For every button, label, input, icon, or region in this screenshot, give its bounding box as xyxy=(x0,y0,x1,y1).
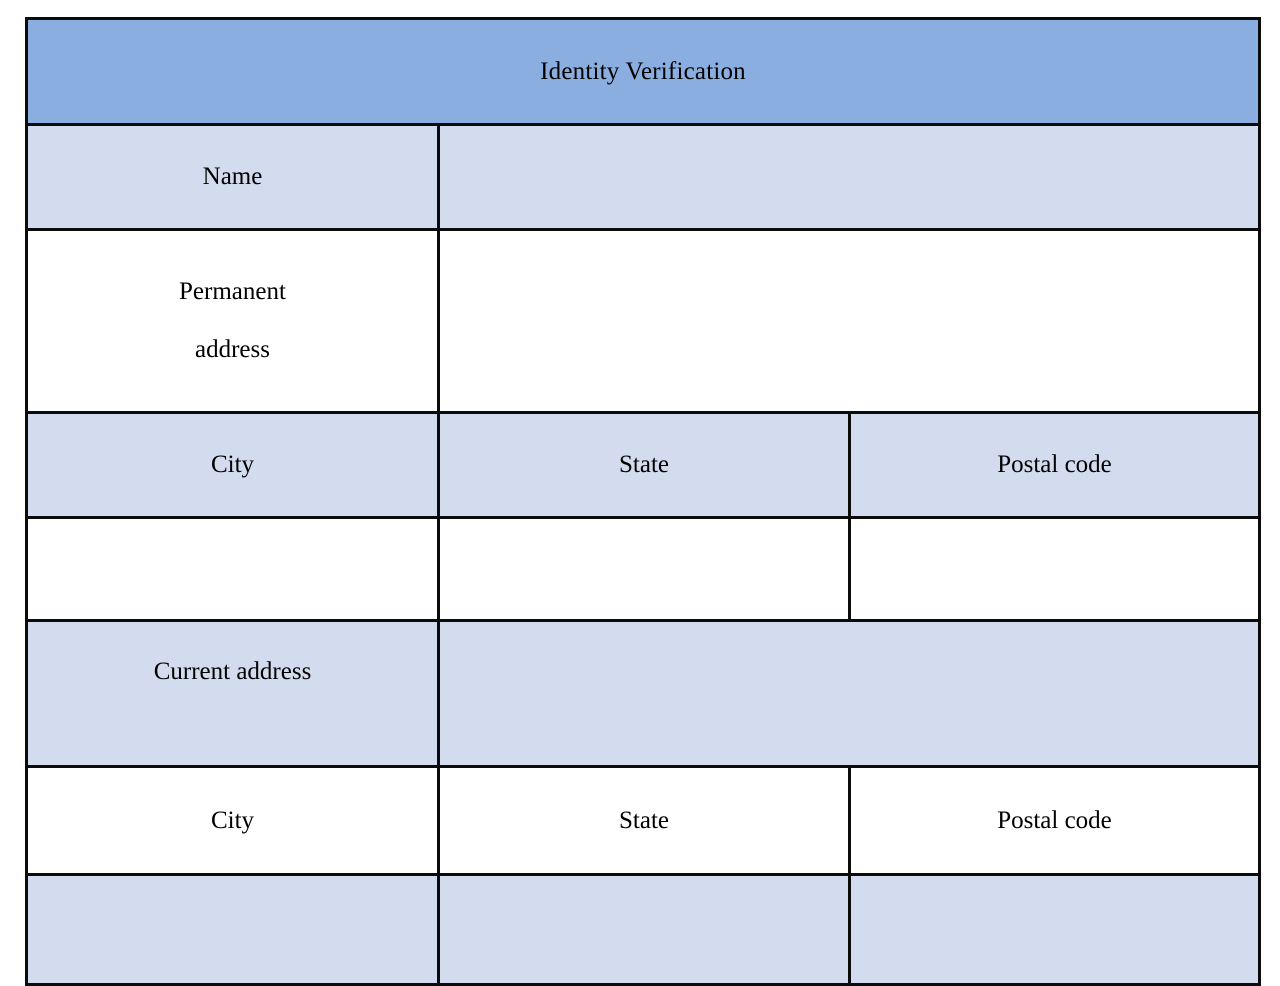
table-row-permanent-location-values xyxy=(25,516,1262,622)
table-row-permanent-address: Permanent address xyxy=(25,228,1262,414)
table-row-title: Identity Verification xyxy=(24,17,1262,126)
field-current-city-value[interactable] xyxy=(25,873,440,986)
label-current-state: State xyxy=(437,765,851,876)
field-name-value[interactable] xyxy=(436,123,1262,231)
table-row-name: Name xyxy=(25,123,1262,231)
label-permanent-city: City xyxy=(25,411,440,519)
table-row-current-location-labels: City State Postal code xyxy=(25,765,1262,876)
field-current-address-value[interactable] xyxy=(436,619,1262,768)
label-current-address: Current address xyxy=(25,619,440,768)
label-permanent-address-line1: Permanent xyxy=(179,277,286,305)
field-permanent-city-value[interactable] xyxy=(25,516,440,622)
table-row-current-address: Current address xyxy=(25,619,1262,768)
field-current-postal-code-value[interactable] xyxy=(847,873,1262,986)
label-permanent-address: Permanent address xyxy=(25,228,440,414)
label-permanent-address-line2: address xyxy=(195,336,270,363)
field-permanent-address-value[interactable] xyxy=(436,228,1262,414)
label-name: Name xyxy=(25,123,440,231)
field-permanent-state-value[interactable] xyxy=(437,516,851,622)
identity-verification-form: Identity Verification Name Permanent add… xyxy=(24,17,1262,986)
label-current-city: City xyxy=(25,765,440,876)
label-permanent-postal-code: Postal code xyxy=(847,411,1262,519)
label-permanent-state: State xyxy=(437,411,851,519)
page-title: Identity Verification xyxy=(24,17,1262,126)
table-row-permanent-location-labels: City State Postal code xyxy=(25,411,1262,519)
label-current-address-text: Current address xyxy=(153,657,312,685)
label-current-postal-code: Postal code xyxy=(847,765,1262,876)
table-row-current-location-values xyxy=(25,873,1262,986)
field-permanent-postal-code-value[interactable] xyxy=(847,516,1262,622)
field-current-state-value[interactable] xyxy=(437,873,851,986)
